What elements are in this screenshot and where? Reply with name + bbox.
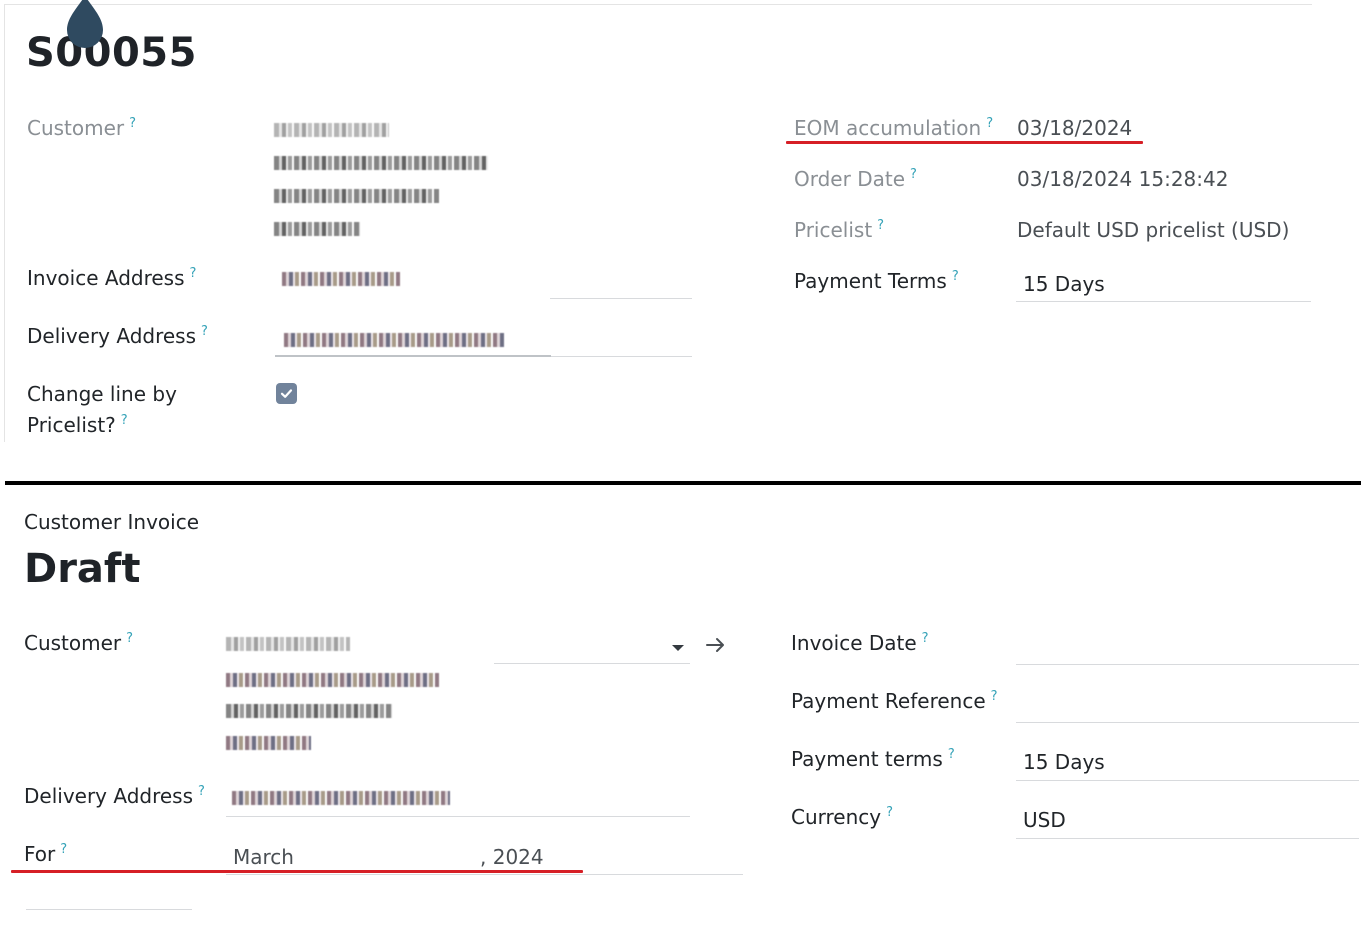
currency-label: Currency?	[791, 805, 894, 829]
invoice-payment-terms-underline	[1016, 780, 1359, 781]
panel-border-top	[4, 4, 1312, 5]
eom-highlight-underline	[786, 141, 1143, 144]
invoice-address-underline	[550, 298, 692, 299]
invoice-customer-name-redacted[interactable]	[226, 637, 350, 651]
pricelist-value: Default USD pricelist (USD)	[1017, 218, 1290, 242]
order-date-label: Order Date?	[794, 167, 917, 191]
customer-city-redacted	[274, 189, 439, 203]
help-icon[interactable]: ?	[991, 689, 998, 704]
help-icon[interactable]: ?	[986, 116, 993, 131]
invoice-payment-terms-value[interactable]: 15 Days	[1023, 750, 1105, 774]
payment-terms-underline	[1016, 301, 1311, 302]
payment-reference-label: Payment Reference?	[791, 689, 998, 713]
help-icon[interactable]: ?	[922, 631, 929, 646]
currency-underline	[1016, 838, 1359, 839]
change-line-label-cont: Pricelist??	[27, 413, 128, 437]
order-title: S00055	[26, 30, 197, 76]
customer-label: Customer?	[27, 116, 137, 140]
invoice-delivery-underline	[226, 816, 690, 817]
invoice-delivery-address-label: Delivery Address?	[24, 784, 205, 808]
help-icon[interactable]: ?	[886, 805, 893, 820]
invoice-payment-terms-label: Payment terms?	[791, 747, 955, 771]
order-date-value: 03/18/2024 15:28:42	[1017, 167, 1229, 191]
change-line-label: Change line by	[27, 382, 177, 406]
for-year-value[interactable]: , 2024	[480, 845, 544, 869]
for-label: For?	[24, 842, 68, 866]
customer-name-redacted	[274, 123, 389, 137]
invoice-delivery-address-redacted[interactable]	[232, 791, 450, 805]
delivery-address-underline-active	[275, 355, 551, 357]
for-month-value[interactable]: March	[233, 845, 294, 869]
help-icon[interactable]: ?	[201, 324, 208, 339]
change-line-checkbox[interactable]	[276, 383, 297, 404]
for-underline	[226, 874, 743, 875]
help-icon[interactable]: ?	[910, 167, 917, 182]
help-icon[interactable]: ?	[952, 269, 959, 284]
section-divider	[5, 481, 1361, 485]
currency-value[interactable]: USD	[1023, 808, 1066, 832]
eom-accumulation-value: 03/18/2024	[1017, 116, 1133, 140]
invoice-title: Draft	[24, 546, 141, 592]
invoice-customer-label: Customer?	[24, 631, 134, 655]
delivery-address-underline	[551, 356, 692, 357]
invoice-date-field[interactable]	[1016, 664, 1359, 665]
invoice-customer-country-redacted	[226, 736, 311, 750]
drop-icon	[67, 0, 103, 48]
help-icon[interactable]: ?	[60, 842, 67, 857]
for-highlight-underline	[11, 870, 583, 873]
help-icon[interactable]: ?	[948, 747, 955, 762]
invoice-customer-underline	[494, 663, 690, 664]
help-icon[interactable]: ?	[190, 266, 197, 281]
help-icon[interactable]: ?	[129, 116, 136, 131]
payment-terms-label: Payment Terms?	[794, 269, 959, 293]
invoice-customer-street-redacted	[226, 673, 439, 687]
customer-country-redacted	[274, 222, 360, 236]
help-icon[interactable]: ?	[877, 218, 884, 233]
invoice-customer-city-redacted	[226, 704, 392, 718]
pricelist-label: Pricelist?	[794, 218, 885, 242]
sales-order-panel: S00055 Customer? Invoice Address? Delive…	[0, 0, 1361, 442]
customer-street-redacted	[274, 156, 488, 170]
document-type: Customer Invoice	[24, 510, 200, 534]
invoice-address-value-redacted[interactable]	[282, 272, 400, 286]
invoice-address-label: Invoice Address?	[27, 266, 197, 290]
invoice-date-label: Invoice Date?	[791, 631, 929, 655]
help-icon[interactable]: ?	[121, 413, 128, 428]
arrow-right-icon[interactable]	[705, 635, 727, 655]
check-icon	[280, 389, 293, 398]
delivery-address-label: Delivery Address?	[27, 324, 208, 348]
help-icon[interactable]: ?	[198, 784, 205, 799]
chevron-down-icon[interactable]	[672, 645, 684, 651]
payment-reference-field[interactable]	[1016, 722, 1359, 723]
eom-accumulation-label: EOM accumulation?	[794, 116, 994, 140]
next-field-underline	[26, 909, 192, 910]
help-icon[interactable]: ?	[126, 631, 133, 646]
delivery-address-value-redacted[interactable]	[284, 333, 504, 347]
panel-border-left	[4, 4, 5, 442]
payment-terms-value[interactable]: 15 Days	[1023, 272, 1105, 296]
